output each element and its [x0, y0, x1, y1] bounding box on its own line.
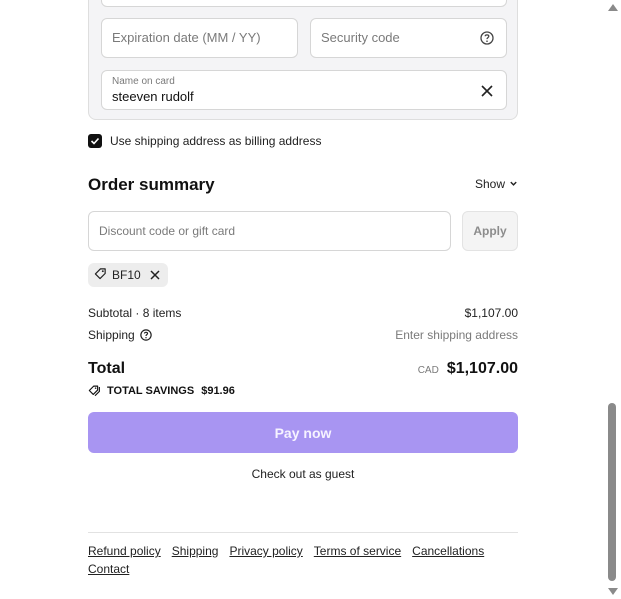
- scrollbar-thumb[interactable]: [608, 403, 616, 581]
- billing-address-checkbox-row[interactable]: Use shipping address as billing address: [88, 132, 321, 150]
- scroll-down-arrow-icon[interactable]: [608, 588, 618, 595]
- applied-discount-code: BF10: [112, 268, 141, 282]
- total-label: Total: [88, 360, 126, 377]
- contact-link[interactable]: Contact: [88, 562, 129, 576]
- question-circle-icon[interactable]: [479, 30, 495, 46]
- billing-address-checkbox[interactable]: [88, 134, 102, 148]
- discount-code-input[interactable]: Discount code or gift card: [88, 211, 451, 251]
- tag-icon: [94, 267, 107, 283]
- shipping-label: Shipping: [88, 328, 135, 342]
- close-icon[interactable]: [479, 83, 495, 99]
- total-currency: CAD: [417, 365, 439, 376]
- shipping-value: Enter shipping address: [395, 328, 518, 342]
- discount-placeholder: Discount code or gift card: [99, 224, 236, 238]
- expiration-date-field[interactable]: Expiration date (MM / YY): [101, 18, 298, 58]
- applied-discount-tag: BF10: [88, 263, 168, 287]
- expiration-placeholder: Expiration date (MM / YY): [112, 30, 261, 45]
- page-scrollbar[interactable]: [604, 0, 621, 599]
- subtotal-row: Subtotal · 8 items $1,107.00: [88, 305, 518, 321]
- shipping-link[interactable]: Shipping: [172, 544, 219, 558]
- apply-discount-button[interactable]: Apply: [462, 211, 518, 251]
- question-circle-icon[interactable]: [139, 329, 152, 341]
- card-number-field[interactable]: [101, 0, 507, 7]
- pay-now-button[interactable]: Pay now: [88, 412, 518, 453]
- tag-icon: [88, 384, 102, 397]
- name-on-card-label: Name on card: [112, 76, 175, 87]
- total-row: Total CAD $1,107.00: [88, 359, 518, 379]
- total-amount: $1,107.00: [446, 360, 518, 377]
- security-code-field[interactable]: Security code: [310, 18, 507, 58]
- security-placeholder: Security code: [321, 30, 400, 45]
- order-summary-title: Order summary: [88, 175, 215, 194]
- cancellations-link[interactable]: Cancellations: [412, 544, 484, 558]
- order-summary-toggle[interactable]: Show: [475, 177, 518, 191]
- chevron-down-icon: [509, 177, 518, 191]
- total-savings: TOTAL SAVINGS $91.96: [88, 384, 235, 397]
- footer-links: Refund policy Shipping Privacy policy Te…: [88, 544, 518, 576]
- subtotal-value: $1,107.00: [464, 306, 518, 320]
- billing-address-label: Use shipping address as billing address: [110, 134, 322, 148]
- name-on-card-value: steeven rudolf: [112, 89, 194, 104]
- footer-divider: [88, 532, 518, 533]
- checkout-as-guest-text: Check out as guest: [251, 467, 355, 481]
- name-on-card-field[interactable]: Name on card steeven rudolf: [101, 70, 507, 110]
- savings-value: $91.96: [201, 384, 235, 397]
- subtotal-label: Subtotal · 8 items: [88, 306, 182, 320]
- privacy-policy-link[interactable]: Privacy policy: [229, 544, 302, 558]
- remove-discount-icon[interactable]: [150, 270, 160, 280]
- terms-of-service-link[interactable]: Terms of service: [314, 544, 401, 558]
- payment-card-panel: Expiration date (MM / YY) Security code …: [88, 0, 518, 120]
- refund-policy-link[interactable]: Refund policy: [88, 544, 161, 558]
- shipping-row: Shipping Enter shipping address: [88, 327, 518, 343]
- order-summary-toggle-label: Show: [474, 177, 505, 191]
- savings-label: TOTAL SAVINGS: [107, 384, 195, 397]
- scroll-up-arrow-icon[interactable]: [608, 4, 618, 11]
